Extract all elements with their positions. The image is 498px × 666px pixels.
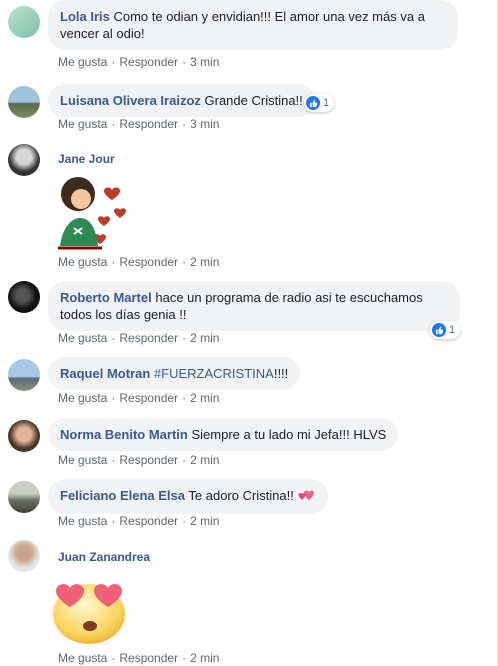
comment-actions: Me gusta · Responder · 2 min (58, 255, 220, 269)
commenter-name[interactable]: Luisana Olivera Iraizoz (60, 93, 201, 108)
comment-bubble: Luisana Olivera Iraizoz Grande Cristina!… (48, 84, 315, 117)
reply-link[interactable]: Responder (119, 55, 178, 69)
reply-link[interactable]: Responder (119, 331, 178, 345)
comment-actions: Me gusta · Responder · 2 min (58, 651, 220, 665)
commenter-name[interactable]: Juan Zanandrea (58, 550, 150, 564)
comment-bubble: Raquel Motran #FUERZACRISTINA!!!! (48, 357, 301, 390)
comment-bubble: Norma Benito Martin Siempre a tu lado mi… (48, 418, 399, 451)
two-hearts-icon (298, 488, 316, 506)
timestamp[interactable]: 2 min (190, 651, 219, 665)
timestamp[interactable]: 2 min (190, 391, 219, 405)
comment-bubble: Roberto Martel hace un programa de radio… (48, 281, 460, 331)
commenter-name[interactable]: Raquel Motran (60, 366, 150, 381)
commenter-name[interactable]: Feliciano Elena Elsa (60, 488, 185, 503)
avatar[interactable] (8, 86, 40, 118)
like-link[interactable]: Me gusta (58, 117, 107, 131)
avatar[interactable] (8, 359, 40, 391)
like-link[interactable]: Me gusta (58, 651, 107, 665)
reply-link[interactable]: Responder (119, 651, 178, 665)
avatar[interactable] (8, 540, 40, 572)
reaction-count[interactable]: 1 (430, 321, 461, 339)
commenter-name[interactable]: Lola Iris (60, 9, 110, 24)
commenter-name[interactable]: Norma Benito Martin (60, 427, 188, 442)
comment-juan-zanandrea: Juan Zanandrea Me gusta · Responder · 2 min (8, 540, 488, 666)
timestamp[interactable]: 3 min (190, 117, 219, 131)
comment-bubble: Feliciano Elena Elsa Te adoro Cristina!! (48, 479, 328, 514)
reply-link[interactable]: Responder (119, 117, 178, 131)
comment-norma-benito-martin: Norma Benito Martin Siempre a tu lado mi… (8, 418, 488, 468)
comment-roberto-martel: Roberto Martel hace un programa de radio… (8, 281, 488, 347)
like-link[interactable]: Me gusta (58, 255, 107, 269)
comment-feliciano-elena-elsa: Feliciano Elena Elsa Te adoro Cristina!!… (8, 479, 488, 529)
avatar[interactable] (8, 144, 40, 176)
like-reaction-icon (432, 323, 446, 337)
girl-with-hearts-sticker (52, 172, 132, 255)
comment-text: Como te odian y envidian!!! El amor una … (60, 9, 425, 41)
commenter-name[interactable]: Roberto Martel (60, 290, 152, 305)
comment-actions: Me gusta · Responder · 2 min (58, 453, 220, 467)
comment-text: Te adoro Cristina!! (188, 488, 294, 503)
comment-actions: Me gusta · Responder · 3 min (58, 55, 220, 69)
comment-luisana: Luisana Olivera Iraizoz Grande Cristina!… (8, 84, 488, 134)
comment-lola-iris: Lola Iris Como te odian y envidian!!! El… (8, 0, 488, 70)
comment-text: !!!! (273, 366, 289, 381)
comment-text: Siempre a tu lado mi Jefa!!! HLVS (191, 427, 387, 442)
hashtag-link[interactable]: #FUERZACRISTINA (154, 366, 274, 381)
timestamp[interactable]: 3 min (190, 55, 219, 69)
timestamp[interactable]: 2 min (190, 514, 219, 528)
like-link[interactable]: Me gusta (58, 391, 107, 405)
reaction-count[interactable]: 1 (304, 94, 335, 112)
comment-jane-jour: Jane Jour Me gusta · Responder · 2 min (8, 144, 488, 274)
comment-text: Grande Cristina!! (204, 93, 303, 108)
reply-link[interactable]: Responder (119, 255, 178, 269)
like-link[interactable]: Me gusta (58, 514, 107, 528)
avatar[interactable] (8, 6, 40, 38)
heart-eyes-emoji (48, 576, 130, 649)
reply-link[interactable]: Responder (119, 453, 178, 467)
timestamp[interactable]: 2 min (190, 453, 219, 467)
timestamp[interactable]: 2 min (190, 255, 219, 269)
commenter-name[interactable]: Jane Jour (58, 152, 115, 166)
like-link[interactable]: Me gusta (58, 55, 107, 69)
timestamp[interactable]: 2 min (190, 331, 219, 345)
reply-link[interactable]: Responder (119, 514, 178, 528)
like-link[interactable]: Me gusta (58, 453, 107, 467)
comment-actions: Me gusta · Responder · 2 min (58, 331, 220, 345)
comment-raquel-motran: Raquel Motran #FUERZACRISTINA!!!! Me gus… (8, 357, 488, 407)
comment-actions: Me gusta · Responder · 2 min (58, 391, 220, 405)
like-link[interactable]: Me gusta (58, 331, 107, 345)
comment-bubble: Lola Iris Como te odian y envidian!!! El… (48, 0, 458, 50)
reply-link[interactable]: Responder (119, 391, 178, 405)
comment-actions: Me gusta · Responder · 3 min (58, 117, 220, 131)
like-reaction-icon (306, 96, 320, 110)
comment-actions: Me gusta · Responder · 2 min (58, 514, 220, 528)
avatar[interactable] (8, 281, 40, 313)
avatar[interactable] (8, 481, 40, 513)
avatar[interactable] (8, 420, 40, 452)
